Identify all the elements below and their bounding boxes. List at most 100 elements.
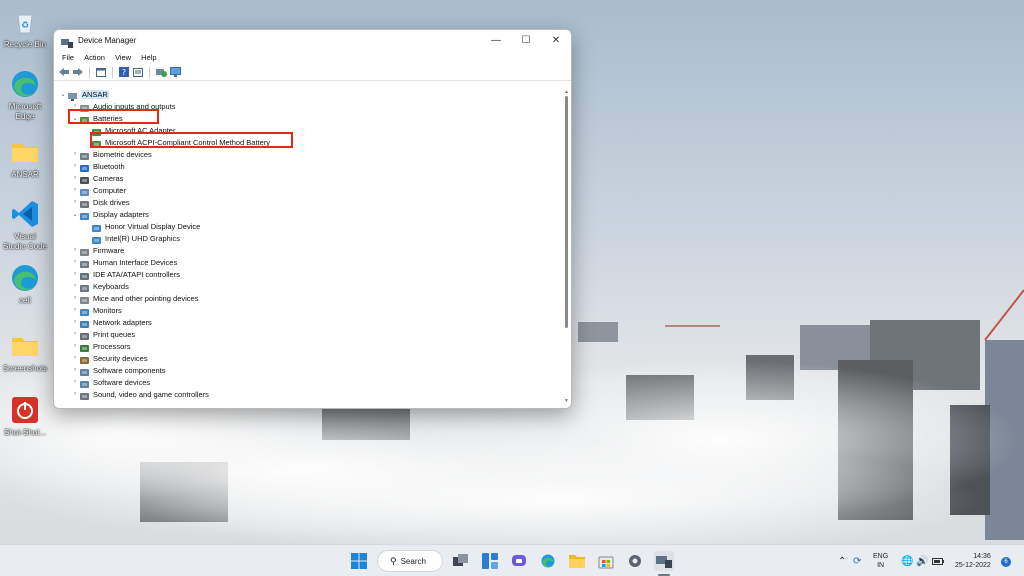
start-icon[interactable] (349, 551, 369, 571)
clock[interactable]: 14:36 25-12-2022 (955, 545, 991, 576)
tree-category[interactable]: › Processors (71, 340, 131, 352)
desktop-icon-recycle-bin[interactable]: ♻ Recycle Bin (2, 6, 48, 50)
tree-category[interactable]: › Software components (71, 364, 166, 376)
tree-category[interactable]: › Print queues (71, 328, 135, 340)
back-icon[interactable] (58, 66, 70, 78)
tree-category[interactable]: › Monitors (71, 304, 122, 316)
expand-icon[interactable]: › (71, 343, 79, 349)
menu-bar: File Action View Help (54, 50, 571, 64)
expand-icon[interactable]: › (71, 283, 79, 289)
scroll-thumb[interactable] (565, 96, 568, 328)
tree-category[interactable]: › Mice and other pointing devices (71, 292, 198, 304)
tree-category[interactable]: › Disk drives (71, 196, 130, 208)
menu-action[interactable]: Action (79, 53, 110, 62)
expand-icon[interactable]: › (71, 187, 79, 193)
tree-category[interactable]: › Cameras (71, 172, 123, 184)
tree-category[interactable]: › Keyboards (71, 280, 129, 292)
tree-category[interactable]: › Bluetooth (71, 160, 125, 172)
taskbar-search[interactable]: ⚲ Search (377, 550, 443, 572)
notification-badge[interactable]: 6 (1001, 557, 1011, 567)
settings-icon[interactable] (625, 551, 645, 571)
expand-icon[interactable]: › (71, 367, 79, 373)
minimize-button[interactable]: — (481, 30, 511, 50)
volume-icon[interactable]: 🔊 (916, 545, 928, 576)
clock-date: 25-12-2022 (955, 562, 991, 569)
tree-category[interactable]: › Human Interface Devices (71, 256, 177, 268)
device-manager-icon[interactable] (654, 551, 674, 571)
expand-icon[interactable]: › (71, 355, 79, 361)
update-driver-icon[interactable] (155, 66, 167, 78)
expand-icon[interactable]: › (71, 259, 79, 265)
tree-category[interactable]: ⌄ Display adapters (71, 208, 149, 220)
help-icon[interactable]: ? (118, 66, 130, 78)
widgets-icon[interactable] (480, 551, 500, 571)
expand-icon[interactable]: › (71, 307, 79, 313)
maximize-button[interactable]: ☐ (511, 30, 541, 50)
tree-device[interactable]: Intel(R) UHD Graphics (83, 232, 180, 244)
expand-icon[interactable]: › (71, 379, 79, 385)
close-button[interactable]: ✕ (541, 30, 571, 50)
file-explorer-icon[interactable] (567, 551, 587, 571)
chat-icon[interactable] (509, 551, 529, 571)
tree-root[interactable]: ⌄ ANSAR (59, 88, 109, 101)
view-icon[interactable] (132, 66, 144, 78)
desktop-icon-label: Recycle Bin (3, 40, 47, 49)
vertical-scrollbar[interactable]: ▲ ▼ (564, 90, 569, 404)
tree-category[interactable]: › Network adapters (71, 316, 152, 328)
expand-icon[interactable]: › (71, 247, 79, 253)
globe-icon[interactable]: 🌐 (901, 545, 913, 576)
desktop-icon-screenshots[interactable]: Screenshots (2, 330, 48, 374)
tree-item-label: IDE ATA/ATAPI controllers (93, 269, 180, 279)
tree-category[interactable]: › Biometric devices (71, 148, 152, 160)
language-indicator[interactable]: ENG IN (873, 545, 888, 576)
expand-icon[interactable]: › (71, 295, 79, 301)
tree-item-label: Mice and other pointing devices (93, 293, 199, 303)
expand-icon[interactable]: › (71, 391, 79, 397)
collapse-icon[interactable]: ⌄ (59, 91, 67, 98)
expand-icon[interactable]: › (71, 151, 79, 157)
display-icon (91, 221, 102, 232)
desktop-icon-cell[interactable]: cell (2, 262, 48, 306)
tree-category[interactable]: › Computer (71, 184, 126, 196)
search-icon: ⚲ (390, 555, 397, 566)
monitor-icon[interactable] (169, 66, 181, 78)
edge-icon (9, 68, 41, 100)
tray-overflow-icon[interactable]: ⌃ (838, 545, 846, 576)
scroll-up-icon[interactable]: ▲ (564, 90, 569, 95)
title-bar[interactable]: Device Manager — ☐ ✕ (54, 30, 571, 50)
store-icon[interactable] (596, 551, 616, 571)
language-label: ENG (873, 553, 889, 560)
battery-icon[interactable] (932, 545, 944, 576)
desktop-icon-shut[interactable]: Shut-Shut... (2, 394, 48, 438)
forward-icon[interactable] (72, 66, 84, 78)
tree-category[interactable]: › Firmware (71, 244, 124, 256)
processor-icon (79, 341, 90, 352)
desktop-icon-visual-studio-code[interactable]: Visual Studio Code (2, 198, 48, 252)
menu-view[interactable]: View (110, 53, 136, 62)
edge-icon (9, 262, 41, 294)
sync-icon[interactable]: ⟳ (853, 545, 861, 576)
desktop-icon-ansar[interactable]: ANSAR (2, 136, 48, 180)
expand-icon[interactable]: › (71, 319, 79, 325)
bluetooth-icon (79, 161, 90, 172)
expand-icon[interactable]: › (71, 175, 79, 181)
expand-icon[interactable]: › (71, 331, 79, 337)
tree-category[interactable]: › IDE ATA/ATAPI controllers (71, 268, 180, 280)
tree-item-label: Firmware (93, 245, 125, 255)
collapse-icon[interactable]: ⌄ (71, 211, 79, 218)
tree-device[interactable]: Honor Virtual Display Device (83, 220, 200, 232)
menu-help[interactable]: Help (136, 53, 161, 62)
task-view-icon[interactable] (451, 551, 471, 571)
expand-icon[interactable]: › (71, 199, 79, 205)
expand-icon[interactable]: › (71, 271, 79, 277)
tree-category[interactable]: › Sound, video and game controllers (71, 388, 209, 400)
tree-category[interactable]: › Security devices (71, 352, 148, 364)
expand-icon[interactable]: › (71, 163, 79, 169)
properties-icon[interactable] (95, 66, 107, 78)
sound-icon (79, 389, 90, 400)
scroll-down-icon[interactable]: ▼ (564, 399, 569, 404)
tree-category[interactable]: › Software devices (71, 376, 150, 388)
edge-icon[interactable] (538, 551, 558, 571)
menu-file[interactable]: File (57, 53, 79, 62)
desktop-icon-microsoft-edge[interactable]: Microsoft Edge (2, 68, 48, 122)
